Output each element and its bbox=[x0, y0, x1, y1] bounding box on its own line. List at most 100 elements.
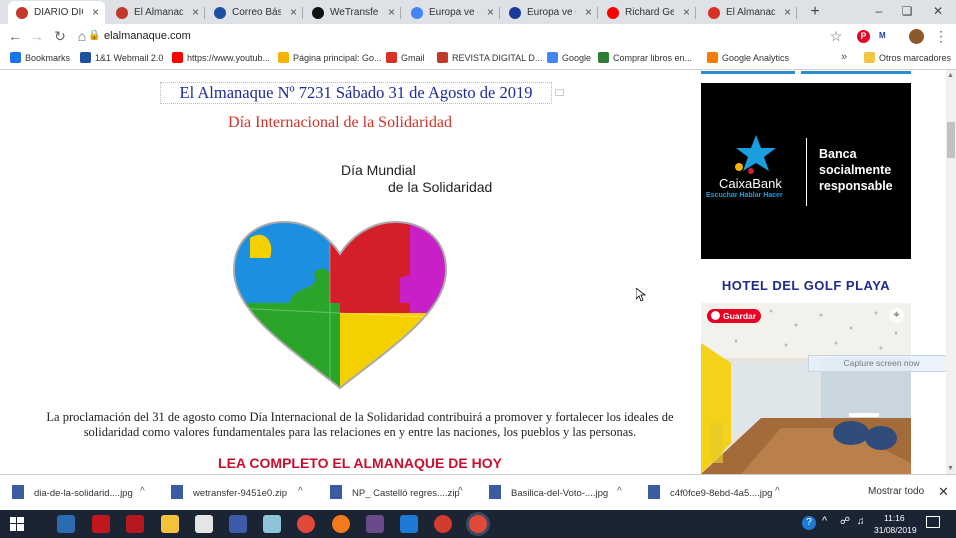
almanaque-icon bbox=[116, 7, 128, 19]
mail-app-icon[interactable] bbox=[195, 515, 213, 533]
lock-icon[interactable]: 🔒 bbox=[88, 30, 100, 41]
tab-separator bbox=[695, 7, 696, 19]
app-icon[interactable] bbox=[263, 515, 281, 533]
download-options-chevron-icon[interactable]: ^ bbox=[617, 486, 622, 497]
download-item[interactable]: Basilica-del-Voto-....jpg bbox=[489, 485, 608, 499]
bookmark-item[interactable]: Gmail bbox=[386, 52, 425, 63]
gmail-icon bbox=[708, 7, 720, 19]
file-explorer-icon[interactable] bbox=[161, 515, 179, 533]
reload-button[interactable]: ↻ bbox=[51, 27, 69, 45]
edge-icon[interactable] bbox=[400, 515, 418, 533]
capture-screen-overlay[interactable]: Capture screen now bbox=[808, 355, 955, 372]
tab[interactable]: Correo Básico × bbox=[206, 1, 303, 24]
tab[interactable]: El Almanaque × bbox=[108, 1, 205, 24]
download-options-chevron-icon[interactable]: ^ bbox=[298, 486, 303, 497]
tab-close-icon[interactable]: × bbox=[92, 1, 99, 24]
chrome-icon[interactable] bbox=[297, 515, 315, 533]
store-icon[interactable] bbox=[57, 515, 75, 533]
new-tab-button[interactable]: + bbox=[806, 4, 824, 22]
tab[interactable]: Europa ve en C × bbox=[501, 1, 598, 24]
bookmark-item[interactable]: Otros marcadores bbox=[864, 52, 951, 63]
scroll-down-icon[interactable]: ▼ bbox=[947, 465, 954, 472]
restore-button[interactable]: ❏ bbox=[892, 2, 922, 22]
almanaque-icon bbox=[437, 52, 448, 63]
bookmark-label: Página principal: Go... bbox=[293, 53, 382, 63]
back-button[interactable]: ← bbox=[6, 27, 24, 45]
bookmark-item[interactable]: Google Analytics bbox=[707, 52, 789, 63]
download-item[interactable]: c4f0fce9-8ebd-4a5....jpg bbox=[648, 485, 772, 499]
gmail-icon bbox=[386, 52, 397, 63]
tab[interactable]: El Almanaque × bbox=[700, 1, 797, 24]
tab[interactable]: DIARIO DIGITAL × bbox=[8, 1, 105, 24]
hotel-photo[interactable] bbox=[701, 303, 911, 474]
tab-label: El Almanaque bbox=[726, 7, 775, 18]
bookmark-item[interactable]: REVISTA DIGITAL D... bbox=[437, 52, 542, 63]
scrollbar-thumb[interactable] bbox=[947, 122, 955, 158]
tab[interactable]: Richard Gere × bbox=[599, 1, 696, 24]
show-all-downloads-button[interactable]: Mostrar todo bbox=[868, 486, 924, 497]
download-item[interactable]: wetransfer-9451e0.zip bbox=[171, 485, 287, 499]
tab-close-icon[interactable]: × bbox=[388, 1, 395, 24]
bookmark-item[interactable]: https://www.youtub... bbox=[172, 52, 270, 63]
chrome-active-icon[interactable] bbox=[469, 515, 487, 533]
firefox-icon[interactable] bbox=[332, 515, 350, 533]
scroll-up-icon[interactable]: ▲ bbox=[947, 72, 954, 79]
bookmark-star-icon[interactable]: ☆ bbox=[827, 27, 845, 45]
tray-expand-icon[interactable]: ^ bbox=[822, 515, 827, 527]
clock-time[interactable]: 11:16 bbox=[884, 513, 905, 523]
bookmark-item[interactable]: Página principal: Go... bbox=[278, 52, 382, 63]
download-options-chevron-icon[interactable]: ^ bbox=[140, 486, 145, 497]
volume-icon[interactable]: ♫ bbox=[857, 516, 865, 527]
menu-icon[interactable]: ⋮ bbox=[932, 27, 950, 45]
tab[interactable]: Europa ve en C × bbox=[403, 1, 500, 24]
clock-date[interactable]: 31/08/2019 bbox=[874, 525, 917, 535]
close-downloads-icon[interactable]: ✕ bbox=[938, 484, 949, 500]
bookmark-item[interactable]: Comprar libros en... bbox=[598, 52, 692, 63]
app-icon[interactable] bbox=[366, 515, 384, 533]
avatar[interactable] bbox=[909, 29, 924, 44]
hotel-title[interactable]: HOTEL DEL GOLF PLAYA bbox=[701, 278, 911, 293]
tab-close-icon[interactable]: × bbox=[290, 1, 297, 24]
forward-button[interactable]: → bbox=[28, 27, 46, 45]
network-icon[interactable]: ☍ bbox=[840, 516, 850, 527]
address-bar[interactable]: elalmanaque.com bbox=[104, 30, 191, 42]
tab-close-icon[interactable]: × bbox=[784, 1, 791, 24]
tab-close-icon[interactable]: × bbox=[192, 1, 199, 24]
pinterest-save-button[interactable]: Guardar bbox=[707, 309, 762, 323]
tab[interactable]: WeTransfer × bbox=[304, 1, 401, 24]
caixabank-banner[interactable]: CaixaBank Escuchar Hablar Hacer Banca so… bbox=[701, 83, 911, 259]
read-more-link[interactable]: LEA COMPLETO EL ALMANAQUE DE HOY bbox=[0, 455, 720, 471]
day-title[interactable]: Día Internacional de la Solidaridad bbox=[0, 114, 680, 132]
tab-close-icon[interactable]: × bbox=[487, 1, 494, 24]
tab-close-icon[interactable]: × bbox=[585, 1, 592, 24]
more-bookmarks-icon[interactable]: » bbox=[841, 51, 847, 63]
file-icon bbox=[330, 485, 342, 499]
app-icon[interactable] bbox=[434, 515, 452, 533]
minimize-button[interactable]: – bbox=[864, 2, 894, 22]
download-options-chevron-icon[interactable]: ^ bbox=[458, 486, 463, 497]
app-icon[interactable] bbox=[229, 515, 247, 533]
download-item[interactable]: dia-de-la-solidarid....jpg bbox=[12, 485, 133, 499]
filezilla-icon[interactable] bbox=[126, 515, 144, 533]
bookmark-item[interactable]: Google bbox=[547, 52, 591, 63]
puzzle-heart-image[interactable] bbox=[230, 218, 450, 393]
windows-start-icon[interactable] bbox=[10, 517, 24, 531]
broken-image-icon bbox=[555, 89, 564, 96]
extension-icon[interactable]: M bbox=[879, 31, 886, 40]
notifications-icon[interactable] bbox=[926, 516, 940, 528]
help-icon[interactable]: ? bbox=[802, 516, 816, 530]
download-options-chevron-icon[interactable]: ^ bbox=[775, 486, 780, 497]
tab-close-icon[interactable]: × bbox=[683, 1, 690, 24]
file-icon bbox=[12, 485, 24, 499]
download-item[interactable]: NP_ Castelló regres....zip bbox=[330, 485, 460, 499]
visual-search-icon[interactable]: ⌖ bbox=[889, 308, 904, 323]
tab-label: Richard Gere bbox=[625, 7, 674, 18]
tab-label: WeTransfer bbox=[330, 7, 379, 18]
bookmark-item[interactable]: Bookmarks bbox=[10, 52, 70, 63]
close-window-button[interactable]: ✕ bbox=[923, 2, 953, 22]
mouse-cursor-icon bbox=[636, 288, 646, 302]
pinterest-extension-icon[interactable]: P bbox=[857, 30, 870, 43]
bookmark-item[interactable]: 1&1 Webmail 2.0 bbox=[80, 52, 163, 63]
page-title[interactable]: El Almanaque Nº 7231 Sábado 31 de Agosto… bbox=[160, 82, 552, 104]
mcafee-icon[interactable] bbox=[92, 515, 110, 533]
